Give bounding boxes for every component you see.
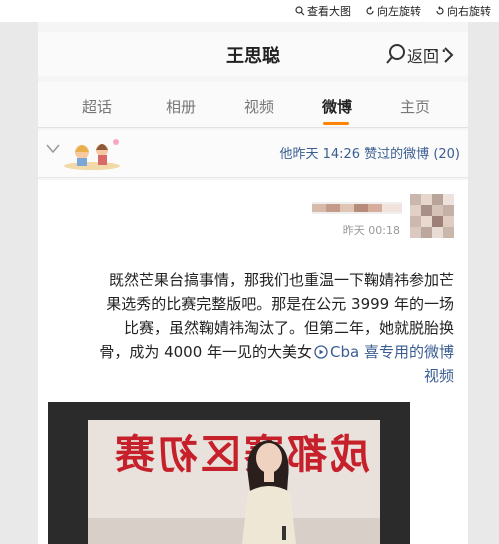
post-line-4-text: 骨，成为 4000 年一见的大美女 — [99, 343, 313, 361]
rotate-right-icon — [436, 6, 444, 15]
weibo-profile-card: ··· 王思聪 返回 主页 微博 视频 相册 超话 他昨天 14:26 赞过的微… — [38, 22, 468, 544]
profile-tabs: 主页 微博 视频 相册 超话 — [38, 82, 468, 128]
tab-weibo[interactable]: 微博 — [322, 96, 352, 117]
profile-header: ··· 王思聪 返回 — [38, 32, 468, 76]
page-title: 王思聪 — [226, 46, 280, 67]
zoom-view-button[interactable]: 查看大图 — [295, 3, 351, 19]
avatar[interactable] — [410, 194, 454, 238]
video-play-icon — [314, 345, 328, 359]
post-author[interactable]: 昨天 00:18 — [284, 188, 454, 248]
post-line-2: 果选秀的比赛完整版吧。那是在公元 3999 年的一场 — [106, 295, 454, 313]
post-line-5: 视频 — [52, 364, 454, 388]
liked-section-bar[interactable]: 他昨天 14:26 赞过的微博 (20) — [38, 130, 468, 178]
weibo-post: 昨天 00:18 既然芒果台搞事情，那我们也重温一下鞠婧祎参加芒 果选秀的比赛完… — [38, 180, 468, 544]
video-person — [242, 440, 296, 544]
tab-album[interactable]: 相册 — [166, 96, 196, 117]
tab-home[interactable]: 主页 — [400, 96, 430, 117]
back-button[interactable]: 返回 — [407, 43, 454, 67]
magnify-icon — [295, 6, 305, 16]
rotate-right-label: 向右旋转 — [447, 5, 491, 18]
liked-by-text: 他昨天 14:26 赞过的微博 (20) — [279, 147, 460, 162]
image-viewer-toolbar: 查看大图 向左旋转 向右旋转 — [0, 0, 499, 22]
cartoon-sticker — [64, 139, 120, 170]
tab-super-topic[interactable]: 超话 — [82, 96, 112, 117]
chevron-down-icon[interactable] — [46, 144, 60, 154]
video-link[interactable]: 视频 — [424, 367, 454, 385]
rotate-left-button[interactable]: 向左旋转 — [365, 3, 421, 19]
post-line-4: 骨，成为 4000 年一见的大美女 Cba 喜专用的微博 — [52, 340, 454, 364]
rotate-left-label: 向左旋转 — [377, 5, 421, 18]
video-thumbnail[interactable]: 成都赛区初赛 — [48, 402, 410, 544]
rotate-left-icon — [366, 6, 374, 15]
zoom-view-label: 查看大图 — [307, 5, 351, 18]
post-time: 昨天 00:18 — [342, 224, 400, 237]
author-name-pixelated[interactable] — [312, 202, 402, 214]
post-line-3: 比赛，虽然鞠婧祎淘汰了。但第二年，她就脱胎换 — [123, 319, 454, 337]
active-tab-indicator — [323, 122, 349, 125]
video-source-link[interactable]: Cba 喜专用的微博 — [330, 343, 454, 361]
chevron-right-icon — [444, 47, 454, 63]
post-line-1: 既然芒果台搞事情，那我们也重温一下鞠婧祎参加芒 — [108, 271, 454, 289]
tab-video[interactable]: 视频 — [244, 96, 274, 117]
rotate-right-button[interactable]: 向右旋转 — [435, 3, 491, 19]
back-label: 返回 — [406, 47, 439, 66]
post-body: 既然芒果台搞事情，那我们也重温一下鞠婧祎参加芒 果选秀的比赛完整版吧。那是在公元… — [52, 268, 454, 388]
